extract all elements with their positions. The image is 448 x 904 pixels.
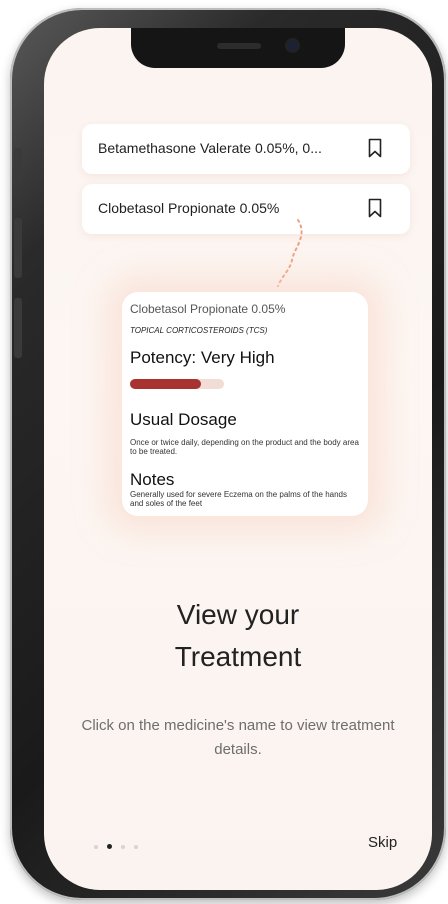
- side-button: [14, 218, 22, 278]
- speaker: [217, 43, 261, 49]
- page-dot: [107, 844, 112, 849]
- treatment-detail-card: Clobetasol Propionate 0.05% TOPICAL CORT…: [122, 292, 368, 516]
- medicine-card-betamethasone[interactable]: Betamethasone Valerate 0.05%, 0...: [82, 124, 410, 174]
- medicine-name: Clobetasol Propionate 0.05%: [98, 200, 280, 216]
- potency-label: Potency: Very High: [130, 348, 275, 367]
- notes-heading: Notes: [130, 470, 175, 489]
- app-screen: Betamethasone Valerate 0.05%, 0... Clobe…: [44, 28, 432, 890]
- title-line: Treatment: [174, 641, 302, 672]
- title-line: View your: [176, 599, 300, 630]
- dosage-heading: Usual Dosage: [130, 410, 237, 429]
- dosage-text: Once or twice daily, depending on the pr…: [130, 438, 359, 456]
- page-dot: [94, 844, 98, 849]
- onboarding-title: View your Treatment: [44, 594, 432, 678]
- bookmark-icon[interactable]: [368, 198, 382, 218]
- onboarding-description: Click on the medicine's name to view tre…: [81, 717, 395, 758]
- notch: [131, 28, 345, 68]
- notes-text: Generally used for severe Eczema on the …: [130, 490, 348, 508]
- skip-button[interactable]: Skip: [368, 834, 397, 851]
- side-button: [14, 148, 22, 182]
- detail-medicine-name: Clobetasol Propionate 0.05%: [130, 302, 286, 316]
- bookmark-icon[interactable]: [368, 138, 382, 158]
- camera-icon: [287, 40, 298, 51]
- page-indicator: [94, 844, 138, 849]
- medicine-name: Betamethasone Valerate 0.05%, 0...: [98, 140, 322, 156]
- dotted-connector: [277, 219, 303, 287]
- potency-bar-fill: [130, 379, 201, 389]
- side-button: [14, 298, 22, 358]
- page-dot: [121, 844, 125, 849]
- phone-frame: Betamethasone Valerate 0.05%, 0... Clobe…: [10, 8, 446, 900]
- medicine-card-clobetasol[interactable]: Clobetasol Propionate 0.05%: [82, 184, 410, 234]
- page-dot: [134, 844, 138, 849]
- detail-category: TOPICAL CORTICOSTEROIDS (TCS): [130, 326, 268, 335]
- potency-bar: [130, 379, 224, 389]
